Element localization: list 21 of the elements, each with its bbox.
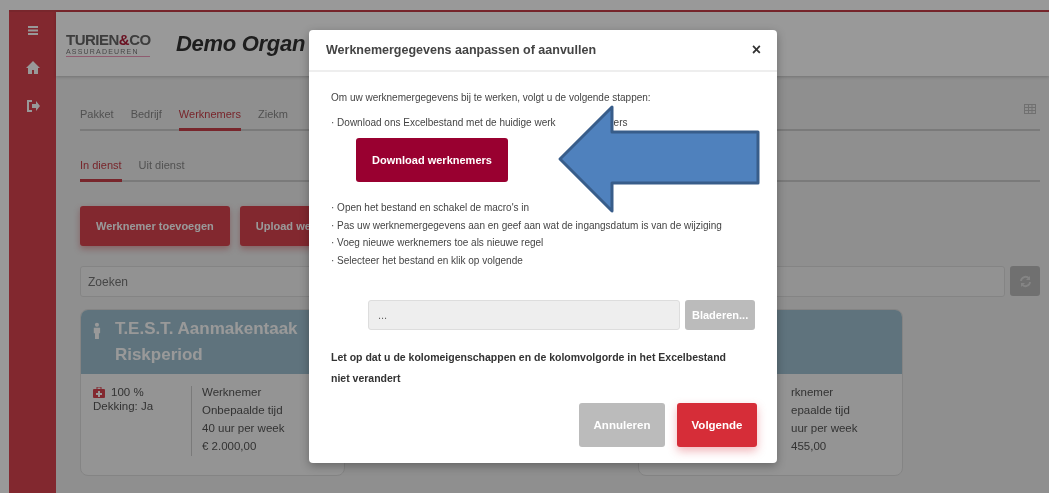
step-text: · Download ons Excelbestand met de huidige werk [331, 115, 556, 130]
detail-text: 455,00 [791, 440, 828, 452]
detail-text: € 2.000,00 [202, 440, 258, 452]
detail-text: Werknemer [202, 386, 263, 398]
percentage: 100 % [111, 386, 144, 398]
detail-text: rknemer [791, 386, 835, 398]
step-text: · Pas uw werknemergegevens aan en geef aan wat de ingangsdatum is van de wijziging [331, 218, 723, 233]
organization-title: Demo Organ [176, 31, 306, 57]
step-text: · Selecteer het bestand en klik op volgende [331, 253, 524, 268]
dialog-title: Werknemergegevens aanpassen of aanvullen [326, 43, 597, 57]
step-text: · Voeg nieuwe werknemers toe als nieuwe regel [331, 236, 545, 250]
detail-text: uur per week [791, 422, 858, 434]
employee-name: T.E.S.T. Aanmakentaak Riskperiod [114, 318, 299, 366]
detail-text: epaalde tijd [791, 404, 851, 416]
detail-text: 40 uur per week [202, 422, 285, 434]
coverage-text: Dekking: Ja [93, 400, 155, 412]
warning-text: Let op dat u de kolomeigenschappen en de kolomvolgorde in het Excelbestand niet verandert [331, 350, 727, 386]
intro-text: Om uw werknemergegevens bij te werken, volgt u de volgende stappen: [331, 91, 652, 105]
detail-text: Onbepaalde tijd [202, 404, 284, 416]
step-text: · Open het bestand en schakel de macro's in [331, 201, 531, 215]
step-text: ers [613, 115, 628, 130]
